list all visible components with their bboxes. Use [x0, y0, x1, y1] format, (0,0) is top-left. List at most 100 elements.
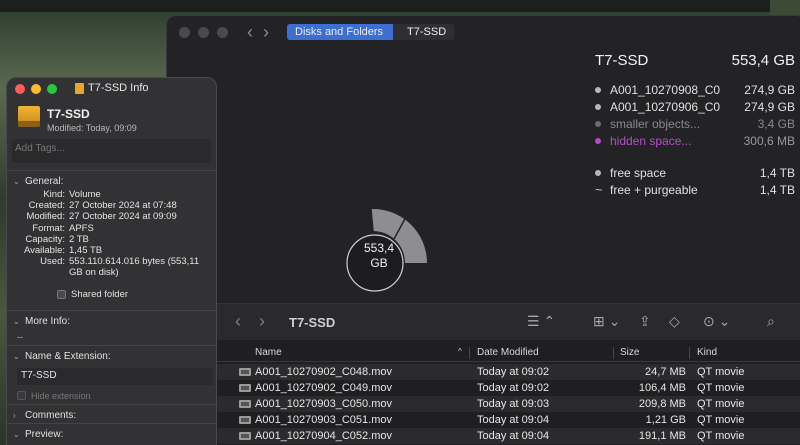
shared-folder-checkbox[interactable]: Shared folder — [57, 289, 210, 300]
file-size: 209,8 MB — [638, 398, 686, 410]
chevron-right-icon: › — [13, 410, 16, 420]
info-minimize-button[interactable] — [31, 84, 41, 94]
share-icon[interactable]: ⇪ — [639, 313, 651, 330]
finder-forward-icon[interactable]: › — [259, 311, 265, 332]
bullet-icon — [595, 169, 601, 176]
file-name: A001_10270903_C050.mov — [255, 398, 393, 410]
column-kind[interactable]: Kind — [697, 347, 717, 358]
zoom-button[interactable] — [217, 27, 228, 38]
bullet-icon — [595, 103, 601, 110]
file-kind: QT movie — [697, 366, 745, 378]
tilde-icon: ~ — [595, 182, 603, 197]
drive-icon — [75, 82, 84, 94]
file-kind: QT movie — [697, 382, 745, 394]
breadcrumb-t7-ssd[interactable]: T7-SSD — [393, 24, 455, 40]
column-size[interactable]: Size — [620, 347, 639, 358]
file-name: A001_10270902_C048.mov — [255, 366, 393, 378]
volume-modified: Modified: Today, 09:09 — [47, 123, 137, 133]
preview-toggle[interactable]: ⌄ Preview: — [13, 427, 210, 442]
finder-window: ‹ › T7-SSD ☰ ⌃ ⊞ ⌄ ⇪ ◇ ⊙ ⌄ ⌕ Name ^ Date… — [215, 303, 800, 445]
file-kind: QT movie — [697, 414, 745, 426]
summary-item[interactable]: A001_10270908_C0 274,9 GB — [595, 81, 795, 98]
hide-extension-checkbox: Hide extension — [13, 388, 210, 404]
info-zoom-button[interactable] — [47, 84, 57, 94]
file-list: A001_10270902_C048.mov Today at 09:02 24,7… — [215, 364, 800, 444]
file-kind: QT movie — [697, 398, 745, 410]
summary-item[interactable]: hidden space... 300,6 MB — [595, 132, 795, 149]
info-close-button[interactable] — [15, 84, 25, 94]
summary-free-space[interactable]: free space 1,4 TB — [595, 164, 795, 181]
list-header: Name ^ Date Modified Size Kind — [215, 344, 800, 362]
general-section-toggle[interactable]: ⌄ General: — [13, 174, 210, 189]
breadcrumb-disks-and-folders[interactable]: Disks and Folders — [287, 24, 402, 40]
file-size: 106,4 MB — [638, 382, 686, 394]
navigation-buttons: ‹ › — [247, 22, 269, 43]
volume-name: T7-SSD — [47, 107, 90, 121]
more-actions-icon[interactable]: ⊙ ⌄ — [703, 313, 730, 330]
summary-item[interactable]: smaller objects... 3,4 GB — [595, 115, 795, 132]
forward-chevron-icon[interactable]: › — [263, 22, 269, 43]
file-name: A001_10270904_C052.mov — [255, 430, 393, 442]
general-row: Modified: 27 October 2024 at 09:09 — [26, 211, 177, 223]
close-button[interactable] — [179, 27, 190, 38]
name-field[interactable]: T7-SSD — [17, 367, 213, 385]
chevron-down-icon: ⌄ — [13, 177, 20, 186]
summary-disk-name: T7-SSD — [595, 52, 649, 69]
table-row[interactable]: A001_10270902_C049.mov Today at 09:02 106,… — [215, 380, 800, 396]
name-extension-section: ⌄ Name & Extension: T7-SSD Hide extensio… — [7, 344, 216, 404]
column-name[interactable]: Name — [255, 347, 282, 358]
movie-file-icon — [239, 400, 251, 408]
external-drive-icon — [18, 106, 40, 128]
tag-icon[interactable]: ◇ — [669, 313, 680, 330]
chevron-down-icon: ⌄ — [13, 316, 20, 326]
file-name: A001_10270902_C049.mov — [255, 382, 393, 394]
general-row: Kind: Volume — [43, 189, 101, 200]
file-name: A001_10270903_C051.mov — [255, 414, 393, 426]
comments-section: › Comments: — [7, 403, 216, 423]
list-view-icon[interactable]: ☰ ⌃ — [527, 313, 555, 330]
table-row[interactable]: A001_10270904_C052.mov Today at 09:04 191,… — [215, 428, 800, 444]
chevron-down-icon: ⌄ — [13, 351, 20, 361]
movie-file-icon — [239, 432, 251, 440]
info-window-title: T7-SSD Info — [75, 82, 149, 94]
comments-toggle[interactable]: › Comments: — [13, 408, 210, 423]
table-row[interactable]: A001_10270903_C051.mov Today at 09:04 1,21… — [215, 412, 800, 428]
back-chevron-icon[interactable]: ‹ — [247, 22, 253, 43]
finder-title: T7-SSD — [289, 315, 336, 330]
minimize-button[interactable] — [198, 27, 209, 38]
general-section: ⌄ General: Kind: Volume Created: 27 October… — [7, 170, 216, 310]
disk-summary-panel: T7-SSD 553,4 GB A001_10270908_C0 274,9 GB… — [595, 52, 795, 198]
column-date-modified[interactable]: Date Modified — [477, 347, 539, 358]
movie-file-icon — [239, 384, 251, 392]
breadcrumb: Disks and Folders T7-SSD — [287, 24, 455, 40]
general-row: Used: 553.110.614.016 bytes (553,11 GB on… — [40, 256, 200, 279]
checkbox-icon[interactable] — [57, 289, 66, 299]
table-row[interactable]: A001_10270902_C048.mov Today at 09:02 24,7… — [215, 364, 800, 380]
more-info-section: ⌄ More Info: -- — [7, 309, 216, 345]
group-by-icon[interactable]: ⊞ ⌄ — [593, 313, 620, 330]
preview-section: ⌄ Preview: — [7, 422, 216, 442]
general-row: Capacity: 2 TB — [25, 233, 89, 245]
table-row[interactable]: A001_10270903_C050.mov Today at 09:03 209,… — [215, 396, 800, 412]
search-icon[interactable]: ⌕ — [767, 313, 775, 330]
tags-field[interactable]: Add Tags... — [12, 139, 211, 163]
bullet-icon — [595, 120, 601, 127]
disk-analyzer-window: ‹ › Disks and Folders T7-SSD T7-SSD 553,… — [166, 15, 800, 445]
info-window-controls — [15, 84, 57, 94]
summary-disk-total: 553,4 GB — [731, 52, 795, 69]
info-window: T7-SSD Info T7-SSD Modified: Today, 09:0… — [6, 77, 217, 445]
more-info-toggle[interactable]: ⌄ More Info: — [13, 314, 210, 329]
finder-back-icon[interactable]: ‹ — [235, 311, 241, 332]
name-extension-toggle[interactable]: ⌄ Name & Extension: — [13, 349, 210, 364]
summary-item[interactable]: A001_10270906_C0 274,9 GB — [595, 98, 795, 115]
file-date: Today at 09:04 — [477, 430, 550, 442]
summary-free-purgeable[interactable]: ~ free + purgeable 1,4 TB — [595, 181, 795, 198]
info-titlebar: T7-SSD Info — [7, 78, 216, 100]
file-date: Today at 09:04 — [477, 414, 550, 426]
window-controls — [179, 27, 228, 38]
general-row: Created: 27 October 2024 at 07:48 — [28, 200, 177, 212]
bullet-icon — [595, 86, 601, 93]
file-size: 1,21 GB — [645, 414, 686, 426]
sort-chevron-icon[interactable]: ^ — [458, 347, 462, 356]
chart-center-label: 553,4 GB — [363, 241, 395, 270]
